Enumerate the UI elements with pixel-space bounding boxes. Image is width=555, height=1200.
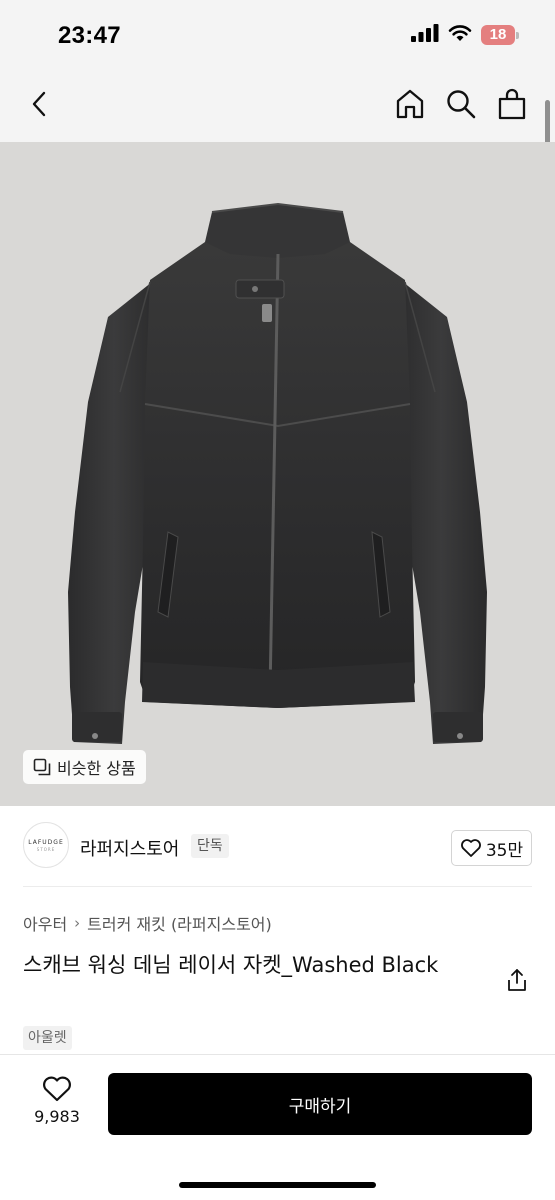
heart-icon [43,1076,71,1102]
outlet-tag: 아울렛 [23,1026,72,1050]
store-name[interactable]: 라퍼지스토어 [80,835,179,861]
wishlist-count: 9,983 [34,1107,80,1126]
shopping-bag-icon [498,88,526,120]
status-time: 23:47 [58,22,121,49]
breadcrumb-subcategory[interactable]: 트러커 재킷 (라퍼지스토어) [87,911,272,935]
wifi-icon [448,24,472,46]
search-button[interactable] [441,84,481,124]
product-image[interactable]: 비슷한 상품 [0,142,555,806]
top-nav-bar [0,70,555,142]
exclusive-badge: 단독 [191,834,229,858]
buy-button[interactable]: 구매하기 [108,1073,532,1135]
store-like-count: 35만 [485,840,524,861]
status-icons: 18 [411,24,519,46]
heart-icon [460,839,481,857]
search-icon [447,90,476,119]
share-button[interactable] [502,965,532,995]
chevron-right-icon: › [74,914,81,932]
signal-icon [411,24,439,46]
breadcrumb-category[interactable]: 아우터 [23,911,67,935]
wishlist-button[interactable]: 9,983 [22,1075,92,1135]
cart-button[interactable] [492,84,532,124]
battery-level: 18 [489,26,507,43]
store-logo-subtext: STORE [36,846,56,852]
store-row: LAFUDGE STORE 라퍼지스토어 단독 35만 [0,806,555,886]
divider [23,886,532,887]
back-button[interactable] [20,84,60,124]
home-indicator [179,1182,376,1188]
store-logo-text: LAFUDGE [28,838,64,846]
similar-products-label: 비슷한 상품 [57,759,136,778]
copy-icon [33,758,51,776]
similar-products-button[interactable]: 비슷한 상품 [23,750,146,784]
store-logo[interactable]: LAFUDGE STORE [23,822,69,868]
status-bar: 23:47 18 [0,0,555,70]
denim-jacket-image [68,202,487,744]
breadcrumb: 아우터 › 트러커 재킷 (라퍼지스토어) [23,911,272,935]
store-like-button[interactable]: 35만 [451,830,532,866]
bottom-action-bar: 9,983 구매하기 [0,1054,555,1200]
product-title: 스캐브 워싱 데님 레이서 자켓_Washed Black [23,953,439,977]
home-button[interactable] [390,84,430,124]
share-icon [508,969,526,991]
battery-icon: 18 [481,25,519,45]
home-icon [396,89,424,119]
back-icon [32,91,46,117]
